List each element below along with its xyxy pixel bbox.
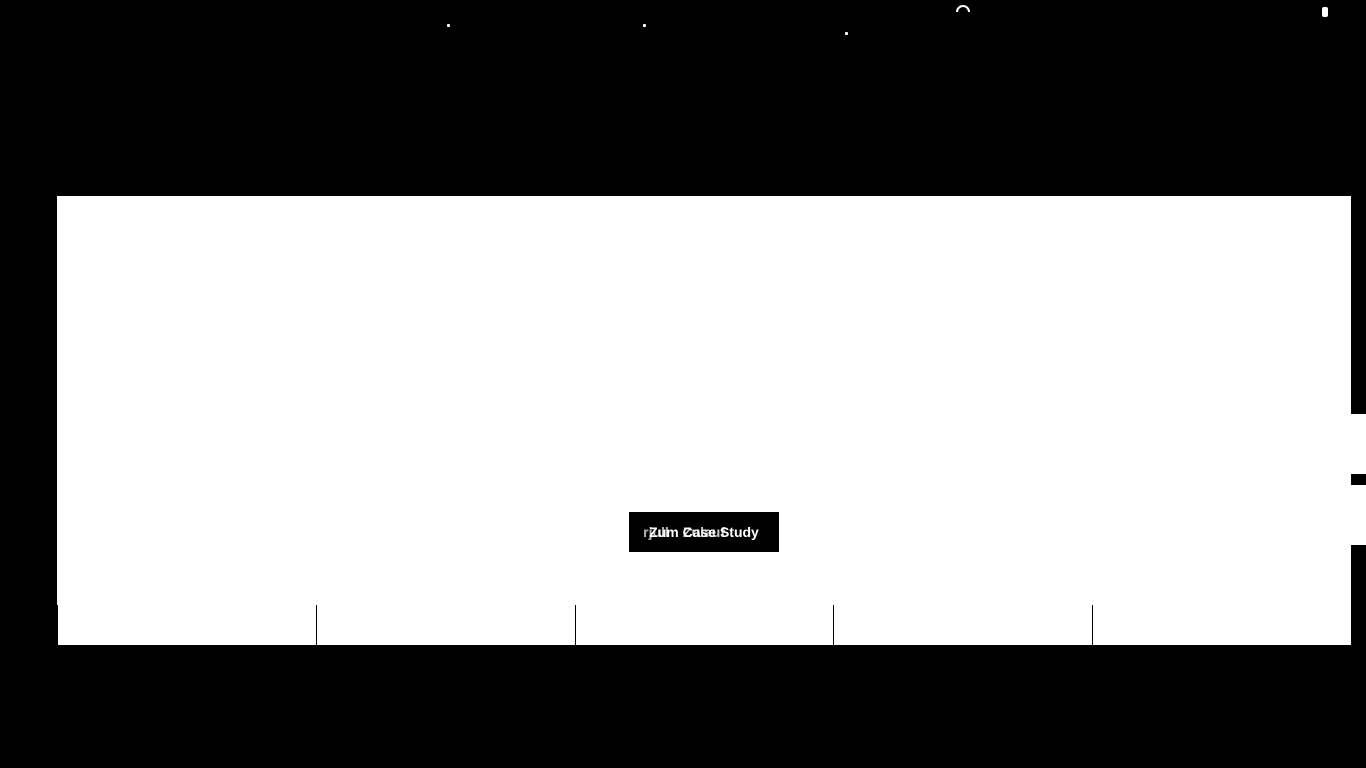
more-vertical-icon[interactable]	[1320, 5, 1330, 19]
nav-item[interactable]	[447, 24, 450, 27]
top-navigation-bar	[0, 0, 1366, 196]
strip-item[interactable]	[317, 605, 576, 645]
search-icon[interactable]	[955, 4, 971, 20]
side-tab-1[interactable]	[1292, 414, 1366, 474]
strip-item[interactable]	[576, 605, 835, 645]
page: Zum Case Study Zulauf rjull	[0, 0, 1366, 768]
nav-item[interactable]	[845, 32, 848, 35]
strip-item[interactable]	[834, 605, 1094, 645]
case-study-button[interactable]: Zum Case Study Zulauf rjull	[629, 512, 779, 552]
strip-item[interactable]	[1093, 605, 1351, 645]
strip-item[interactable]	[58, 605, 317, 645]
nav-item[interactable]	[643, 24, 646, 27]
hero-section: Zum Case Study Zulauf rjull	[57, 196, 1351, 605]
bottom-link-strip	[58, 605, 1351, 645]
cta-label-overlay: rjull	[643, 524, 669, 540]
side-tab-2[interactable]	[1292, 485, 1366, 545]
